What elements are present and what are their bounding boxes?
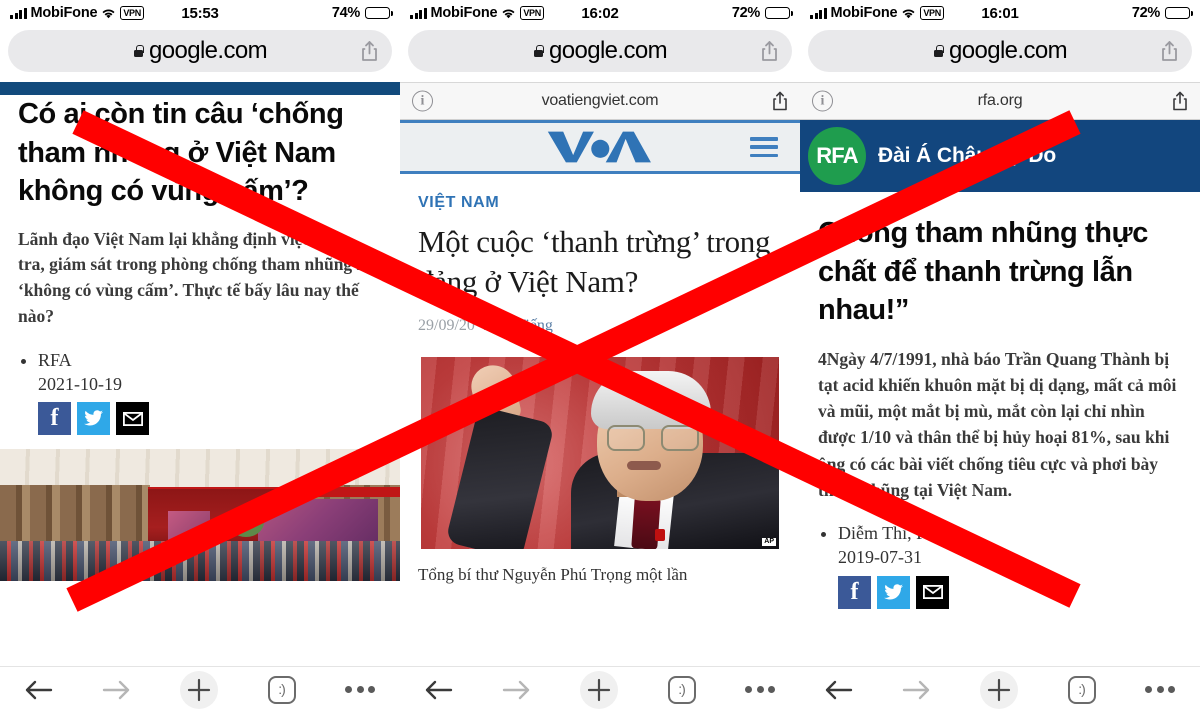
phone-screenshot-panel-2: MobiFone VPN 16:02 72% google.com i voat… xyxy=(400,0,800,712)
forward-arrow-icon[interactable] xyxy=(102,679,130,701)
battery-icon xyxy=(1165,6,1193,20)
share-icon[interactable] xyxy=(1172,91,1188,111)
facebook-icon[interactable]: f xyxy=(838,575,871,609)
article-source: Diễm Thi, RFA xyxy=(838,521,1182,545)
social-share-row: f xyxy=(38,402,382,436)
article-headline: Có ai còn tin câu ‘chống tham nhũng ở Vi… xyxy=(18,98,344,208)
address-bar[interactable]: google.com xyxy=(808,30,1192,72)
lock-icon xyxy=(133,45,144,57)
article-headline: Một cuộc ‘thanh trừng’ trong đảng ở Việt… xyxy=(418,224,771,300)
article-source: VOA Tiếng xyxy=(478,316,553,334)
smiley-tabs-icon[interactable]: :) xyxy=(667,675,696,704)
forward-arrow-icon[interactable] xyxy=(502,679,530,701)
address-bar[interactable]: google.com xyxy=(8,30,392,72)
article-body: Có ai còn tin câu ‘chống tham nhũng ở Vi… xyxy=(0,95,400,436)
browser-bottom-toolbar: :) xyxy=(800,666,1200,712)
battery-percent: 74% xyxy=(331,5,360,21)
status-bar-right: 72% xyxy=(1131,5,1193,21)
facebook-icon[interactable]: f xyxy=(38,402,71,436)
address-bar[interactable]: google.com xyxy=(408,30,792,72)
inapp-url: voatiengviet.com xyxy=(541,92,659,109)
omnibox-container: google.com xyxy=(800,26,1200,82)
info-icon[interactable]: i xyxy=(412,90,433,112)
email-icon[interactable] xyxy=(116,402,149,436)
address-bar-url: google.com xyxy=(148,37,268,64)
article-meta-block: Diễm Thi, RFA 2019-07-31 f xyxy=(800,503,1200,609)
article-lede: Lãnh đạo Việt Nam lại khẳng định việc ki… xyxy=(18,228,371,326)
more-dots-icon[interactable] xyxy=(345,686,376,693)
article-source: RFA xyxy=(38,348,382,372)
share-icon[interactable] xyxy=(772,91,788,111)
inapp-url: rfa.org xyxy=(977,92,1023,109)
omnibox-container: google.com xyxy=(0,26,400,82)
status-bar: MobiFone VPN 16:02 72% xyxy=(400,0,800,26)
rfa-logo-icon: RFA xyxy=(808,127,866,185)
browser-bottom-toolbar: :) xyxy=(400,666,800,712)
email-icon[interactable] xyxy=(916,575,949,609)
rfa-brand-name: Đài Á Châu Tự Do xyxy=(878,144,1057,167)
social-share-row: f xyxy=(838,575,1182,609)
section-label[interactable]: VIỆT NAM xyxy=(400,174,800,212)
article-date: 29/09/20 xyxy=(418,316,475,334)
article-meta: 29/09/20 VOA Tiếng xyxy=(400,303,800,335)
forward-arrow-icon[interactable] xyxy=(902,679,930,701)
three-phone-screenshots-composite: MobiFone VPN 15:53 74% google.com Có ai … xyxy=(0,0,1200,712)
back-arrow-icon[interactable] xyxy=(825,679,853,701)
more-dots-icon[interactable] xyxy=(1145,686,1176,693)
photo-credit: AP xyxy=(762,537,776,546)
voa-logo-icon xyxy=(547,131,651,163)
article-photo-portrait: AP xyxy=(421,356,779,549)
back-arrow-icon[interactable] xyxy=(425,679,453,701)
lock-icon xyxy=(933,45,944,57)
status-bar-right: 74% xyxy=(331,5,393,21)
share-icon[interactable] xyxy=(361,41,378,62)
plus-icon[interactable] xyxy=(179,670,218,709)
voa-site-header xyxy=(400,120,800,174)
rfa-site-header: RFA Đài Á Châu Tự Do xyxy=(800,120,1200,192)
back-arrow-icon[interactable] xyxy=(25,679,53,701)
phone-screenshot-panel-1: MobiFone VPN 15:53 74% google.com Có ai … xyxy=(0,0,400,712)
status-bar: MobiFone VPN 15:53 74% xyxy=(0,0,400,26)
smiley-tabs-icon[interactable]: :) xyxy=(1067,675,1096,704)
site-brand-bar xyxy=(0,82,400,95)
inapp-browser-bar: i rfa.org xyxy=(800,82,1200,120)
article-photo-conference-hall xyxy=(0,449,400,582)
share-icon[interactable] xyxy=(761,41,778,62)
phone-screenshot-panel-3: MobiFone VPN 16:01 72% google.com i rfa.… xyxy=(800,0,1200,712)
article-meta: RFA xyxy=(38,348,382,372)
status-bar: MobiFone VPN 16:01 72% xyxy=(800,0,1200,26)
twitter-icon[interactable] xyxy=(877,575,910,609)
battery-percent: 72% xyxy=(731,5,760,21)
share-icon[interactable] xyxy=(1161,41,1178,62)
more-dots-icon[interactable] xyxy=(745,686,776,693)
address-bar-url: google.com xyxy=(948,37,1068,64)
browser-bottom-toolbar: :) xyxy=(0,666,400,712)
address-bar-url: google.com xyxy=(548,37,668,64)
hamburger-menu-icon[interactable] xyxy=(750,137,778,157)
smiley-tabs-icon[interactable]: :) xyxy=(267,675,296,704)
inapp-browser-bar: i voatiengviet.com xyxy=(400,82,800,120)
omnibox-container: google.com xyxy=(400,26,800,82)
photo-caption: Tổng bí thư Nguyễn Phú Trọng một lần xyxy=(418,564,688,584)
lock-icon xyxy=(533,45,544,57)
plus-icon[interactable] xyxy=(579,670,618,709)
status-bar-right: 72% xyxy=(731,5,793,21)
battery-icon xyxy=(365,6,393,20)
twitter-icon[interactable] xyxy=(77,402,110,436)
article-date: 2021-10-19 xyxy=(38,373,122,394)
plus-icon[interactable] xyxy=(979,670,1018,709)
article-date: 2019-07-31 xyxy=(838,547,922,568)
article-headline: Chống tham nhũng thực chất để thanh trừn… xyxy=(818,217,1148,327)
battery-percent: 72% xyxy=(1131,5,1160,21)
article-meta: Diễm Thi, RFA xyxy=(838,521,1182,545)
info-icon[interactable]: i xyxy=(812,90,833,112)
article-body-text: 4Ngày 4/7/1991, nhà báo Trần Quang Thành… xyxy=(818,348,1177,500)
battery-icon xyxy=(765,6,793,20)
